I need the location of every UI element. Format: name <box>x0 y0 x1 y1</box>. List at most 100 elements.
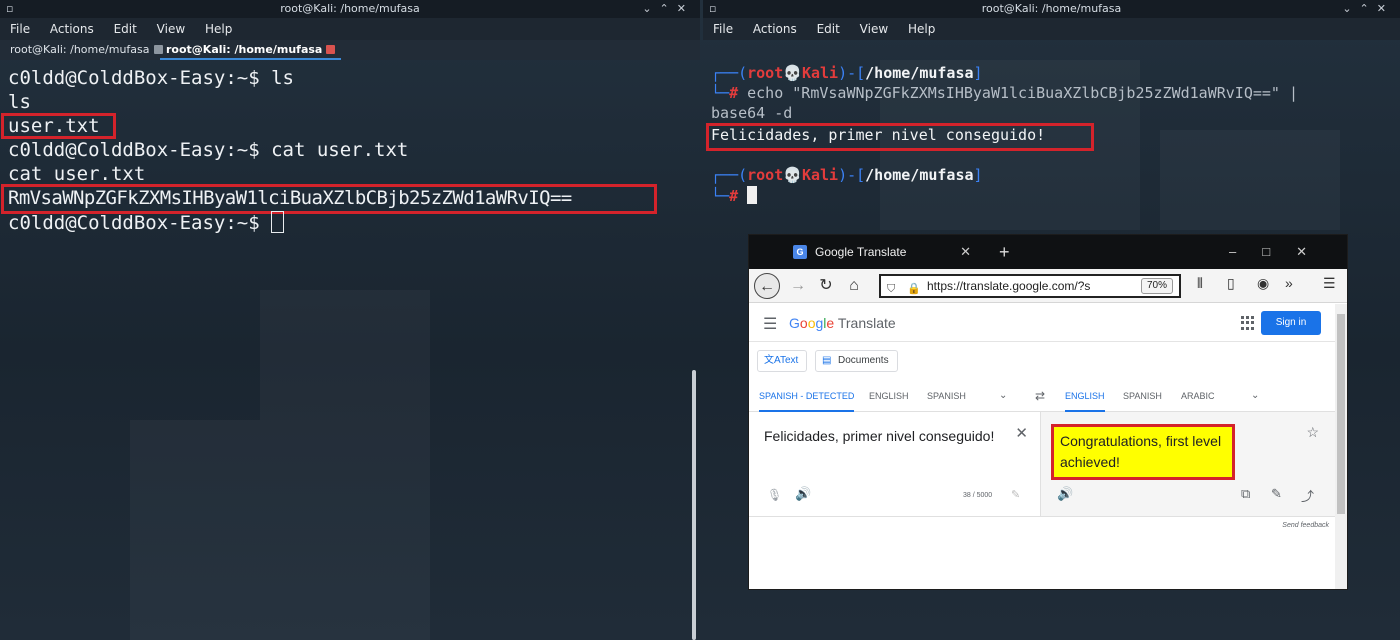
back-button[interactable]: ← <box>754 273 780 299</box>
prompt-second-line: └─ <box>711 84 730 102</box>
menu-hamburger-icon[interactable]: ☰ <box>1323 275 1336 292</box>
menu-edit[interactable]: Edit <box>114 22 137 36</box>
skull-icon: 💀 <box>783 64 802 82</box>
menu-file[interactable]: File <box>10 22 30 36</box>
command-line-2: base64 -d <box>711 104 793 122</box>
home-button[interactable]: ⌂ <box>841 273 867 299</box>
prompt-mid: )-[ <box>838 166 866 184</box>
prompt-second-line: └─ <box>711 187 730 205</box>
window-controls-icon[interactable]: ⌄⌃✕ <box>1342 0 1394 18</box>
save-translation-star-icon[interactable]: ☆ <box>1306 424 1319 441</box>
target-lang-spanish[interactable]: SPANISH <box>1123 380 1162 412</box>
translate-text-icon: 文A <box>764 355 781 366</box>
sign-in-button[interactable]: Sign in <box>1261 311 1321 335</box>
close-tab-icon[interactable] <box>326 45 336 54</box>
handwriting-icon[interactable]: ✎ <box>1011 488 1020 501</box>
menu-help[interactable]: Help <box>908 22 935 36</box>
document-icon: ▤ <box>822 355 832 366</box>
highlight-box-base64 <box>1 184 657 214</box>
character-count: 38 / 5000 <box>963 492 993 499</box>
terminal-tab-2[interactable]: root@Kali: /home/mufasa <box>160 40 342 60</box>
browser-tab-title: Google Translate <box>815 245 907 259</box>
left-terminal-titlebar: ▫ root@Kali: /home/mufasa ⌄⌃✕ <box>0 0 700 18</box>
terminal-cursor <box>271 211 285 233</box>
extensions-overflow-icon[interactable]: » <box>1285 275 1293 291</box>
prompt-user: root <box>747 166 784 184</box>
close-tab-icon[interactable]: ✕ <box>960 235 971 269</box>
source-lang-english[interactable]: ENGLISH <box>869 380 909 412</box>
source-lang-detected[interactable]: SPANISH - DETECTED <box>759 380 855 412</box>
main-menu-icon[interactable]: ☰ <box>763 314 777 334</box>
zoom-level-badge[interactable]: 70% <box>1140 278 1173 294</box>
right-terminal-title: root@Kali: /home/mufasa <box>981 2 1122 15</box>
microphone-icon[interactable]: 🎙 <box>767 488 782 502</box>
command-line-1: └─# echo "RmVsaWNpZGFkZXMsIHByaW1lciBuaX… <box>711 84 1298 102</box>
menu-actions[interactable]: Actions <box>753 22 797 36</box>
prompt-user: root <box>747 64 784 82</box>
listen-source-icon[interactable]: 🔊 <box>795 486 811 502</box>
browser-tab-google-translate[interactable]: G Google Translate ✕ <box>783 235 993 269</box>
library-icon[interactable]: ⫴ <box>1197 275 1203 292</box>
target-lang-arabic[interactable]: ARABIC <box>1181 380 1215 412</box>
google-apps-icon[interactable] <box>1241 316 1255 330</box>
send-feedback-link[interactable]: Send feedback <box>1282 522 1329 529</box>
terminal-line: ls <box>8 91 31 113</box>
clear-source-icon[interactable]: ✕ <box>1015 424 1028 442</box>
google-translate-page: ☰ Google Translate Sign in 文A Text ▤ Docum… <box>749 304 1335 589</box>
left-terminal-title: root@Kali: /home/mufasa <box>280 2 420 15</box>
lock-icon[interactable]: 🔒 <box>907 279 921 296</box>
new-tab-button[interactable]: + <box>999 235 1010 269</box>
share-translation-icon[interactable]: ⤴ <box>1301 486 1314 505</box>
sidebar-icon[interactable]: ▯ <box>1227 275 1235 292</box>
terminal-tab-1[interactable]: root@Kali: /home/mufasa <box>4 40 169 60</box>
prompt-line-1: ┌──(root💀Kali)-[/home/mufasa] <box>711 64 983 82</box>
reload-button[interactable]: ↻ <box>813 273 839 299</box>
highlight-box-user-txt <box>1 113 116 139</box>
prompt-host: Kali <box>801 64 839 82</box>
source-lang-spanish[interactable]: SPANISH <box>927 380 966 412</box>
shield-icon[interactable]: ⛉ <box>887 279 895 296</box>
menu-view[interactable]: View <box>860 22 888 36</box>
browser-navbar: ← → ↻ ⌂ ⛉ 🔒 https://translate.google.com… <box>749 269 1347 303</box>
menu-view[interactable]: View <box>157 22 185 36</box>
window-menu-icon[interactable]: ▫ <box>709 0 722 18</box>
prompt-input-line: └─# <box>711 186 758 205</box>
prompt-close: ] <box>973 64 983 82</box>
account-icon[interactable]: ◉ <box>1257 275 1269 292</box>
address-bar[interactable]: ⛉ 🔒 https://translate.google.com/?s 70% <box>879 274 1181 298</box>
source-text[interactable]: Felicidades, primer nivel conseguido! <box>764 426 1004 447</box>
window-controls-icon[interactable]: ⌄⌃✕ <box>642 0 694 18</box>
gt-header: ☰ Google Translate Sign in <box>749 304 1335 342</box>
left-terminal-tabbar: root@Kali: /home/mufasa root@Kali: /home… <box>0 40 700 60</box>
browser-tabstrip: G Google Translate ✕ + –□✕ <box>749 235 1347 269</box>
browser-window-controls-icon[interactable]: –□✕ <box>1229 235 1333 269</box>
google-logo-wordmark: Google <box>789 315 835 331</box>
source-text-pane[interactable]: Felicidades, primer nivel conseguido! ✕ … <box>749 412 1041 516</box>
menu-file[interactable]: File <box>713 22 733 36</box>
terminal-cursor <box>747 186 758 204</box>
text-mode-button[interactable]: 文A Text <box>757 350 808 372</box>
menu-actions[interactable]: Actions <box>50 22 94 36</box>
target-lang-english[interactable]: ENGLISH <box>1065 380 1105 412</box>
left-terminal-window: ▫ root@Kali: /home/mufasa ⌄⌃✕ File Actio… <box>0 0 700 640</box>
source-lang-dropdown-icon[interactable]: ⌄ <box>999 380 1007 412</box>
text-mode-label: Text <box>780 355 799 366</box>
translation-text: Congratulations, first level achieved! <box>1051 424 1235 480</box>
documents-mode-button[interactable]: ▤ Documents <box>815 350 898 372</box>
target-lang-dropdown-icon[interactable]: ⌄ <box>1251 380 1259 412</box>
listen-translation-icon[interactable]: 🔊 <box>1057 486 1073 502</box>
browser-scrollbar[interactable] <box>1335 304 1347 589</box>
edit-translation-icon[interactable]: ✎ <box>1271 486 1282 502</box>
menu-edit[interactable]: Edit <box>817 22 840 36</box>
prompt-path: /home/mufasa <box>865 64 974 82</box>
window-menu-icon[interactable]: ▫ <box>6 0 19 18</box>
copy-translation-icon[interactable]: ⧉ <box>1241 486 1250 502</box>
swap-languages-icon[interactable]: ⇄ <box>1035 380 1045 412</box>
forward-button[interactable]: → <box>785 273 811 299</box>
menu-help[interactable]: Help <box>205 22 232 36</box>
url-text: https://translate.google.com/?s <box>927 279 1091 293</box>
left-terminal-output[interactable]: c0ldd@ColddBox-Easy:~$ ls ls user.txt c0… <box>0 62 700 640</box>
scrollbar-thumb[interactable] <box>1337 314 1345 514</box>
left-terminal-scrollbar[interactable] <box>692 370 696 640</box>
google-translate-logo[interactable]: Google Translate <box>789 315 896 331</box>
